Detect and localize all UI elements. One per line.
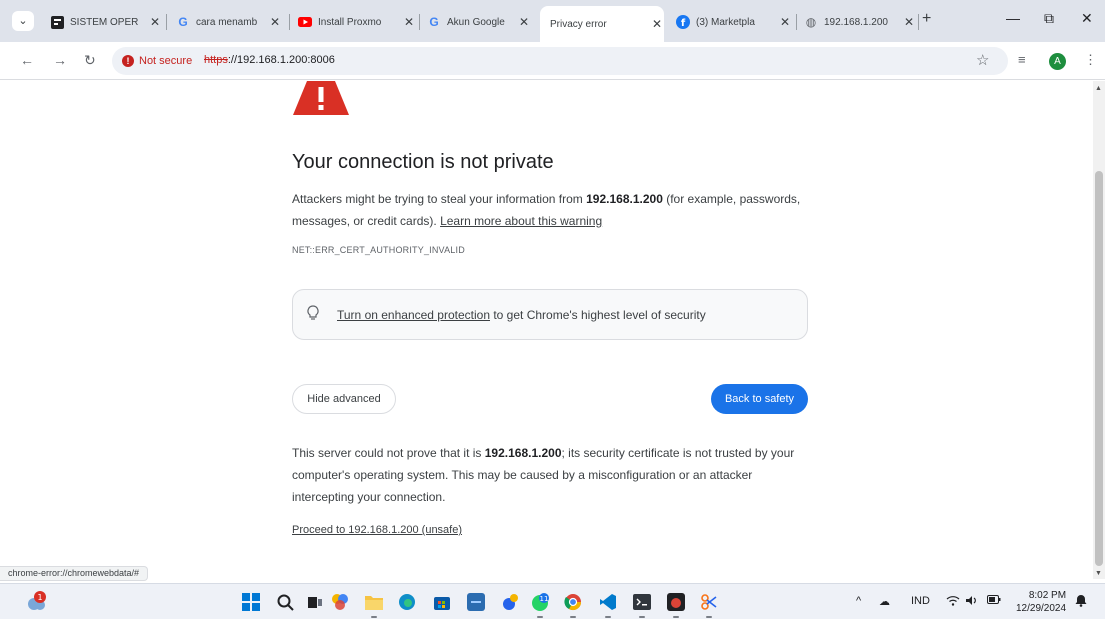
- status-bubble: chrome-error://chromewebdata/#: [0, 566, 149, 581]
- tab-separator: [918, 14, 919, 30]
- tab-close-icon[interactable]: ✕: [778, 15, 792, 29]
- url-text[interactable]: https://192.168.1.200:8006: [204, 54, 335, 66]
- forward-arrow-icon[interactable]: →: [53, 52, 67, 68]
- search-icon[interactable]: [275, 592, 295, 612]
- youtube-icon: [298, 15, 312, 29]
- back-to-safety-button[interactable]: Back to safety: [711, 384, 808, 414]
- volume-icon[interactable]: [965, 595, 978, 609]
- running-indicator: [605, 616, 611, 618]
- svg-text:11: 11: [540, 595, 549, 603]
- tab-akun-google[interactable]: G Akun Google ✕: [427, 9, 531, 35]
- app-icon: [50, 15, 64, 29]
- facebook-icon: f: [676, 15, 690, 29]
- tab-separator: [796, 14, 797, 30]
- tab-sistem-operasi[interactable]: SISTEM OPER ✕: [50, 9, 162, 35]
- bookmark-star-icon[interactable]: ☆: [976, 51, 989, 69]
- tab-separator: [289, 14, 290, 30]
- windows-taskbar: 1 11 ^ ☁ IND 8:02 PM 12/29/2024: [0, 583, 1105, 619]
- tab-separator: [166, 14, 167, 30]
- not-secure-chip[interactable]: ! Not secure: [118, 51, 200, 71]
- running-indicator: [371, 616, 377, 618]
- wifi-icon[interactable]: [946, 595, 960, 609]
- address-bar[interactable]: ! Not secure https://192.168.1.200:8006: [112, 47, 1008, 75]
- tray-overflow-chevron-icon[interactable]: ^: [856, 595, 861, 607]
- tab-close-icon[interactable]: ✕: [148, 15, 162, 29]
- enhanced-protection-box: Turn on enhanced protection to get Chrom…: [292, 289, 808, 340]
- running-indicator: [537, 616, 543, 618]
- menu-kebab-icon[interactable]: ⋮: [1084, 52, 1097, 68]
- tab-separator: [419, 14, 420, 30]
- running-indicator: [639, 616, 645, 618]
- chrome-icon[interactable]: [563, 592, 583, 612]
- whatsapp-icon[interactable]: 11: [530, 592, 550, 612]
- tab-privacy-error[interactable]: Privacy error ✕: [540, 6, 664, 42]
- learn-more-link[interactable]: Learn more about this warning: [440, 214, 602, 228]
- tab-close-icon[interactable]: ✕: [268, 15, 282, 29]
- input-language[interactable]: IND: [911, 595, 930, 607]
- enhanced-protection-link[interactable]: Turn on enhanced protection: [337, 308, 490, 322]
- task-view-icon[interactable]: [305, 592, 325, 612]
- error-code: NET::ERR_CERT_AUTHORITY_INVALID: [292, 245, 465, 255]
- terminal-icon[interactable]: [632, 592, 652, 612]
- scroll-down-icon[interactable]: ▼: [1095, 570, 1102, 577]
- new-tab-button[interactable]: +: [922, 10, 931, 28]
- tab-ip-address[interactable]: ◍ 192.168.1.200 ✕: [804, 9, 916, 35]
- copilot-icon[interactable]: [330, 592, 350, 612]
- running-indicator: [570, 616, 576, 618]
- not-secure-label: Not secure: [139, 55, 193, 67]
- page-content: Your connection is not private Attackers…: [0, 81, 1093, 579]
- google-icon: G: [429, 15, 439, 29]
- snipping-tool-icon[interactable]: [699, 592, 719, 612]
- google-icon: G: [178, 15, 188, 29]
- weather-widget-icon[interactable]: 1: [26, 590, 48, 612]
- tab-close-icon[interactable]: ✕: [650, 17, 664, 31]
- page-title: Your connection is not private: [292, 151, 554, 173]
- running-indicator: [706, 616, 712, 618]
- globe-icon: ◍: [805, 15, 817, 29]
- tab-close-icon[interactable]: ✕: [902, 15, 916, 29]
- scrollbar-thumb[interactable]: [1095, 171, 1103, 566]
- onedrive-cloud-icon[interactable]: ☁: [879, 595, 890, 608]
- clock-time: 8:02 PM: [1028, 590, 1067, 601]
- tab-search-button[interactable]: ⌄: [12, 11, 34, 31]
- battery-icon[interactable]: [987, 595, 1001, 607]
- vertical-scrollbar[interactable]: ▲ ▼: [1093, 81, 1105, 579]
- proceed-unsafe-link[interactable]: Proceed to 192.168.1.200 (unsafe): [292, 524, 462, 536]
- system-clock[interactable]: 8:02 PM 12/29/2024: [1016, 589, 1066, 615]
- windows-start-icon[interactable]: [241, 592, 261, 612]
- tab-marketplace[interactable]: f (3) Marketpla ✕: [676, 9, 792, 35]
- mydigital-app-icon[interactable]: [466, 592, 486, 612]
- back-arrow-icon[interactable]: ←: [20, 52, 34, 68]
- tab-cara-menambah[interactable]: G cara menamb ✕: [176, 9, 282, 35]
- store-icon[interactable]: [432, 592, 452, 612]
- browser-toolbar: ← → ↻ ! Not secure https://192.168.1.200…: [0, 42, 1105, 80]
- warning-circle-icon: !: [122, 55, 134, 67]
- reload-icon[interactable]: ↻: [84, 52, 96, 69]
- advanced-details: This server could not prove that it is 1…: [292, 446, 795, 504]
- tab-strip: ⌄ SISTEM OPER ✕ G cara menamb ✕ Install …: [0, 0, 1105, 42]
- close-window-button[interactable]: ✕: [1081, 10, 1093, 27]
- hide-advanced-button[interactable]: Hide advanced: [292, 384, 396, 414]
- restore-button[interactable]: ⧉: [1044, 10, 1054, 27]
- svg-text:f: f: [681, 18, 686, 29]
- file-explorer-icon[interactable]: [364, 592, 384, 612]
- lightbulb-icon: [307, 305, 319, 323]
- tab-close-icon[interactable]: ✕: [402, 15, 416, 29]
- running-indicator: [673, 616, 679, 618]
- notification-bell-icon[interactable]: [1075, 594, 1087, 610]
- svg-text:1: 1: [37, 593, 42, 602]
- edge-icon[interactable]: [397, 592, 417, 612]
- clock-date: 12/29/2024: [1016, 603, 1067, 614]
- pen-app-icon[interactable]: [500, 592, 520, 612]
- warning-triangle-icon: [293, 81, 349, 115]
- warning-description: Attackers might be trying to steal your …: [292, 192, 801, 228]
- tab-close-icon[interactable]: ✕: [517, 15, 531, 29]
- profile-avatar[interactable]: A: [1049, 53, 1066, 70]
- media-app-icon[interactable]: [666, 592, 686, 612]
- minimize-button[interactable]: —: [1006, 10, 1020, 26]
- scroll-up-icon[interactable]: ▲: [1095, 85, 1102, 92]
- vscode-icon[interactable]: [598, 592, 618, 612]
- reading-list-icon[interactable]: ≡: [1018, 52, 1026, 67]
- tab-install-proxmox[interactable]: Install Proxmo ✕: [298, 9, 416, 35]
